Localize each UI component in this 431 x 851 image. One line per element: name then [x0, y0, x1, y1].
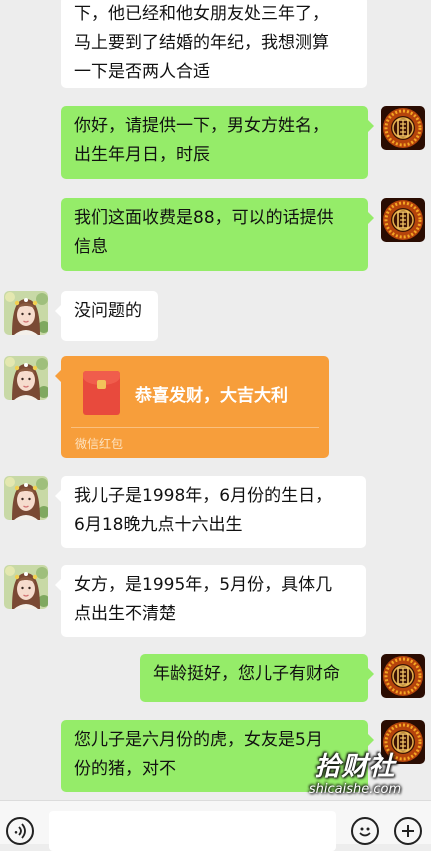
message-line: 我们这面收费是88，可以的话提供 — [74, 208, 334, 228]
message-line: 年龄挺好，您儿子有财命 — [153, 664, 340, 684]
message-bubble-outgoing[interactable]: 你好，请提供一下，男女方姓名， 出生年月日，时辰 — [61, 106, 374, 179]
voice-icon[interactable] — [6, 817, 34, 845]
contact-avatar[interactable] — [4, 565, 48, 609]
red-packet-title: 恭喜发财，大吉大利 — [135, 386, 288, 406]
watermark: 拾财社 shicaishe.com — [300, 752, 410, 798]
message-bubble-outgoing[interactable]: 我们这面收费是88，可以的话提供 信息 — [61, 198, 374, 271]
sender-avatar[interactable] — [381, 198, 425, 242]
message-input[interactable] — [49, 811, 336, 851]
message-line: 马上要到了结婚的年纪，我想测算 — [74, 33, 329, 53]
watermark-title: 拾财社 — [314, 752, 396, 782]
red-packet-label: 微信红包 — [75, 437, 124, 451]
divider — [71, 427, 319, 428]
message-line: 点出生不清楚 — [74, 604, 176, 624]
chat-area[interactable]: 下，他已经和他女朋友处三年了， 马上要到了结婚的年纪，我想测算 一下是否两人合适… — [0, 0, 431, 800]
contact-avatar[interactable] — [4, 291, 48, 335]
sender-avatar[interactable] — [381, 106, 425, 150]
contact-avatar[interactable] — [4, 356, 48, 400]
message-line: 女方，是1995年，5月份，具体几 — [74, 575, 333, 595]
input-bar — [0, 800, 431, 851]
contact-avatar[interactable] — [4, 476, 48, 520]
red-packet-card[interactable]: 恭喜发财，大吉大利 微信红包 — [55, 356, 329, 458]
watermark-url: shicaishe.com — [308, 782, 402, 797]
message-line: 6月18晚九点十六出生 — [74, 515, 243, 535]
message-bubble-incoming[interactable]: 女方，是1995年，5月份，具体几 点出生不清楚 — [55, 565, 366, 637]
message-line: 没问题的 — [74, 301, 142, 321]
message-bubble-incoming[interactable]: 没问题的 — [55, 291, 158, 341]
message-line: 下，他已经和他女朋友处三年了， — [74, 4, 329, 24]
message-line: 你好，请提供一下，男女方姓名， — [74, 116, 329, 136]
message-line: 您儿子是六月份的虎，女友是5月 — [74, 730, 323, 750]
message-line: 我儿子是1998年，6月份的生日， — [74, 486, 333, 506]
emoji-icon[interactable] — [351, 817, 379, 845]
plus-icon[interactable] — [394, 817, 422, 845]
sender-avatar[interactable] — [381, 654, 425, 698]
message-bubble-incoming[interactable]: 我儿子是1998年，6月份的生日， 6月18晚九点十六出生 — [55, 476, 366, 548]
message-line: 一下是否两人合适 — [74, 62, 210, 82]
message-bubble-outgoing[interactable]: 年龄挺好，您儿子有财命 — [140, 654, 374, 702]
red-envelope-icon — [83, 371, 120, 415]
message-line: 信息 — [74, 237, 108, 257]
message-line: 出生年月日，时辰 — [74, 145, 210, 165]
message-bubble-incoming[interactable]: 下，他已经和他女朋友处三年了， 马上要到了结婚的年纪，我想测算 一下是否两人合适 — [61, 0, 367, 88]
